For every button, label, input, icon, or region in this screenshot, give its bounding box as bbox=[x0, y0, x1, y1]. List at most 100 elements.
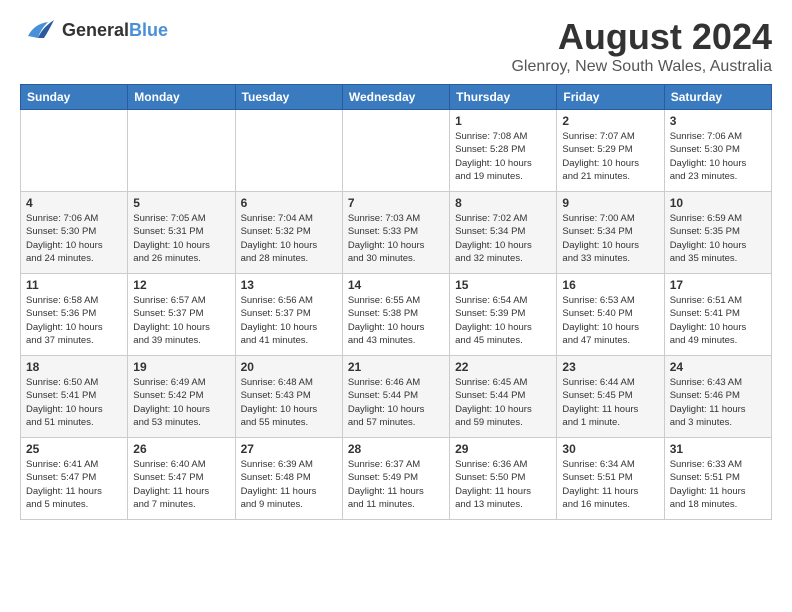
day-info: Sunrise: 6:34 AM Sunset: 5:51 PM Dayligh… bbox=[562, 458, 658, 511]
logo: GeneralBlue bbox=[20, 16, 168, 44]
day-number: 3 bbox=[670, 114, 766, 128]
calendar-week-row: 11 Sunrise: 6:58 AM Sunset: 5:36 PM Dayli… bbox=[21, 274, 772, 356]
day-number: 4 bbox=[26, 196, 122, 210]
month-year-title: August 2024 bbox=[511, 16, 772, 58]
day-info: Sunrise: 7:08 AM Sunset: 5:28 PM Dayligh… bbox=[455, 130, 551, 183]
table-row: 5 Sunrise: 7:05 AM Sunset: 5:31 PM Daylig… bbox=[128, 192, 235, 274]
table-row: 24 Sunrise: 6:43 AM Sunset: 5:46 PM Dayli… bbox=[664, 356, 771, 438]
calendar-week-row: 1 Sunrise: 7:08 AM Sunset: 5:28 PM Daylig… bbox=[21, 110, 772, 192]
header-tuesday: Tuesday bbox=[235, 85, 342, 110]
day-info: Sunrise: 6:45 AM Sunset: 5:44 PM Dayligh… bbox=[455, 376, 551, 429]
calendar-week-row: 25Sunrise: 6:41 AM Sunset: 5:47 PM Dayli… bbox=[21, 438, 772, 520]
day-number: 14 bbox=[348, 278, 444, 292]
day-number: 8 bbox=[455, 196, 551, 210]
table-row: 9 Sunrise: 7:00 AM Sunset: 5:34 PM Daylig… bbox=[557, 192, 664, 274]
page-header: GeneralBlue August 2024 Glenroy, New Sou… bbox=[20, 16, 772, 76]
table-row: 11 Sunrise: 6:58 AM Sunset: 5:36 PM Dayli… bbox=[21, 274, 128, 356]
day-number: 19 bbox=[133, 360, 229, 374]
table-row: 20 Sunrise: 6:48 AM Sunset: 5:43 PM Dayli… bbox=[235, 356, 342, 438]
day-number: 12 bbox=[133, 278, 229, 292]
day-info: Sunrise: 7:00 AM Sunset: 5:34 PM Dayligh… bbox=[562, 212, 658, 265]
table-row: 2Sunrise: 7:07 AM Sunset: 5:29 PM Daylig… bbox=[557, 110, 664, 192]
day-number: 18 bbox=[26, 360, 122, 374]
table-row: 26 Sunrise: 6:40 AM Sunset: 5:47 PM Dayli… bbox=[128, 438, 235, 520]
day-info: Sunrise: 6:56 AM Sunset: 5:37 PM Dayligh… bbox=[241, 294, 337, 347]
table-row: 28 Sunrise: 6:37 AM Sunset: 5:49 PM Dayli… bbox=[342, 438, 449, 520]
logo-general: General bbox=[62, 20, 129, 40]
day-number: 27 bbox=[241, 442, 337, 456]
location-subtitle: Glenroy, New South Wales, Australia bbox=[511, 58, 772, 76]
day-number: 2 bbox=[562, 114, 658, 128]
day-number: 31 bbox=[670, 442, 766, 456]
day-number: 13 bbox=[241, 278, 337, 292]
header-thursday: Thursday bbox=[450, 85, 557, 110]
table-row: 10Sunrise: 6:59 AM Sunset: 5:35 PM Dayli… bbox=[664, 192, 771, 274]
table-row: 17 Sunrise: 6:51 AM Sunset: 5:41 PM Dayli… bbox=[664, 274, 771, 356]
day-info: Sunrise: 6:46 AM Sunset: 5:44 PM Dayligh… bbox=[348, 376, 444, 429]
day-info: Sunrise: 6:36 AM Sunset: 5:50 PM Dayligh… bbox=[455, 458, 551, 511]
header-friday: Friday bbox=[557, 85, 664, 110]
day-number: 9 bbox=[562, 196, 658, 210]
day-number: 20 bbox=[241, 360, 337, 374]
day-info: Sunrise: 6:51 AM Sunset: 5:41 PM Dayligh… bbox=[670, 294, 766, 347]
table-row: 14Sunrise: 6:55 AM Sunset: 5:38 PM Dayli… bbox=[342, 274, 449, 356]
logo-bird-icon bbox=[20, 16, 56, 44]
table-row: 12 Sunrise: 6:57 AM Sunset: 5:37 PM Dayli… bbox=[128, 274, 235, 356]
day-number: 28 bbox=[348, 442, 444, 456]
day-info: Sunrise: 6:40 AM Sunset: 5:47 PM Dayligh… bbox=[133, 458, 229, 511]
table-row: 16 Sunrise: 6:53 AM Sunset: 5:40 PM Dayli… bbox=[557, 274, 664, 356]
table-row: 13 Sunrise: 6:56 AM Sunset: 5:37 PM Dayli… bbox=[235, 274, 342, 356]
header-sunday: Sunday bbox=[21, 85, 128, 110]
day-number: 1 bbox=[455, 114, 551, 128]
day-info: Sunrise: 6:49 AM Sunset: 5:42 PM Dayligh… bbox=[133, 376, 229, 429]
table-row: 3 Sunrise: 7:06 AM Sunset: 5:30 PM Daylig… bbox=[664, 110, 771, 192]
calendar-week-row: 4Sunrise: 7:06 AM Sunset: 5:30 PM Daylig… bbox=[21, 192, 772, 274]
day-info: Sunrise: 6:43 AM Sunset: 5:46 PM Dayligh… bbox=[670, 376, 766, 429]
day-number: 15 bbox=[455, 278, 551, 292]
table-row: 4Sunrise: 7:06 AM Sunset: 5:30 PM Daylig… bbox=[21, 192, 128, 274]
day-number: 7 bbox=[348, 196, 444, 210]
day-info: Sunrise: 6:57 AM Sunset: 5:37 PM Dayligh… bbox=[133, 294, 229, 347]
day-number: 5 bbox=[133, 196, 229, 210]
day-number: 6 bbox=[241, 196, 337, 210]
table-row: 8 Sunrise: 7:02 AM Sunset: 5:34 PM Daylig… bbox=[450, 192, 557, 274]
day-info: Sunrise: 6:54 AM Sunset: 5:39 PM Dayligh… bbox=[455, 294, 551, 347]
day-info: Sunrise: 6:53 AM Sunset: 5:40 PM Dayligh… bbox=[562, 294, 658, 347]
table-row: 22 Sunrise: 6:45 AM Sunset: 5:44 PM Dayli… bbox=[450, 356, 557, 438]
table-row: 23Sunrise: 6:44 AM Sunset: 5:45 PM Dayli… bbox=[557, 356, 664, 438]
calendar-table: Sunday Monday Tuesday Wednesday Thursday… bbox=[20, 84, 772, 520]
table-row: 19 Sunrise: 6:49 AM Sunset: 5:42 PM Dayli… bbox=[128, 356, 235, 438]
header-monday: Monday bbox=[128, 85, 235, 110]
header-wednesday: Wednesday bbox=[342, 85, 449, 110]
day-number: 24 bbox=[670, 360, 766, 374]
table-row: 31Sunrise: 6:33 AM Sunset: 5:51 PM Dayli… bbox=[664, 438, 771, 520]
table-row: 15 Sunrise: 6:54 AM Sunset: 5:39 PM Dayli… bbox=[450, 274, 557, 356]
day-number: 11 bbox=[26, 278, 122, 292]
day-info: Sunrise: 6:37 AM Sunset: 5:49 PM Dayligh… bbox=[348, 458, 444, 511]
day-info: Sunrise: 6:50 AM Sunset: 5:41 PM Dayligh… bbox=[26, 376, 122, 429]
day-number: 21 bbox=[348, 360, 444, 374]
logo-text: GeneralBlue bbox=[62, 20, 168, 41]
day-number: 29 bbox=[455, 442, 551, 456]
table-row: 30 Sunrise: 6:34 AM Sunset: 5:51 PM Dayli… bbox=[557, 438, 664, 520]
day-info: Sunrise: 6:39 AM Sunset: 5:48 PM Dayligh… bbox=[241, 458, 337, 511]
day-info: Sunrise: 6:41 AM Sunset: 5:47 PM Dayligh… bbox=[26, 458, 122, 511]
day-number: 22 bbox=[455, 360, 551, 374]
table-row bbox=[128, 110, 235, 192]
day-info: Sunrise: 6:58 AM Sunset: 5:36 PM Dayligh… bbox=[26, 294, 122, 347]
day-number: 17 bbox=[670, 278, 766, 292]
day-number: 26 bbox=[133, 442, 229, 456]
day-info: Sunrise: 7:06 AM Sunset: 5:30 PM Dayligh… bbox=[670, 130, 766, 183]
title-area: August 2024 Glenroy, New South Wales, Au… bbox=[511, 16, 772, 76]
day-info: Sunrise: 6:48 AM Sunset: 5:43 PM Dayligh… bbox=[241, 376, 337, 429]
day-info: Sunrise: 7:05 AM Sunset: 5:31 PM Dayligh… bbox=[133, 212, 229, 265]
calendar-week-row: 18 Sunrise: 6:50 AM Sunset: 5:41 PM Dayli… bbox=[21, 356, 772, 438]
day-number: 30 bbox=[562, 442, 658, 456]
day-number: 16 bbox=[562, 278, 658, 292]
day-number: 10 bbox=[670, 196, 766, 210]
table-row: 6Sunrise: 7:04 AM Sunset: 5:32 PM Daylig… bbox=[235, 192, 342, 274]
table-row bbox=[235, 110, 342, 192]
table-row bbox=[21, 110, 128, 192]
table-row bbox=[342, 110, 449, 192]
day-info: Sunrise: 7:02 AM Sunset: 5:34 PM Dayligh… bbox=[455, 212, 551, 265]
